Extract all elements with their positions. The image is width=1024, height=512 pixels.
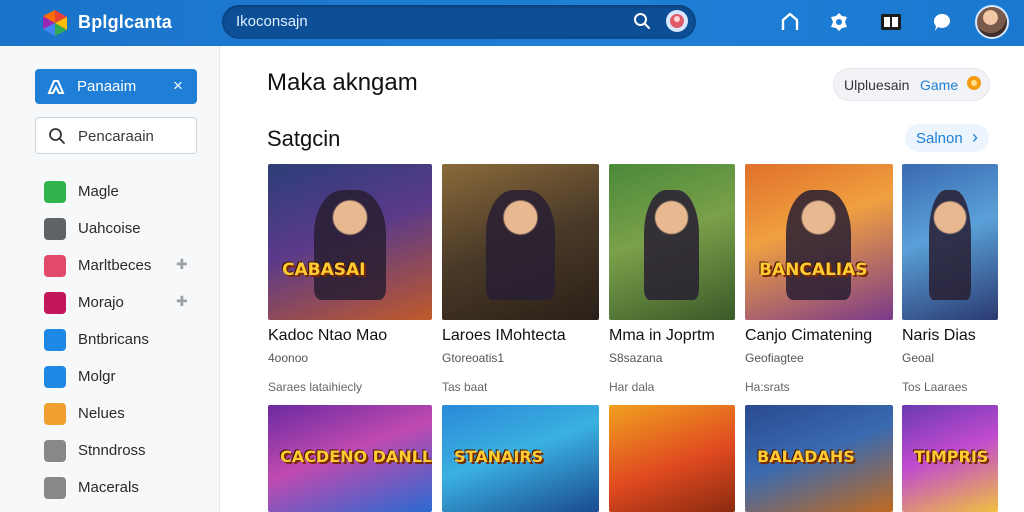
puzzle-icon	[44, 255, 66, 277]
pin-icon[interactable]: ✚	[176, 256, 188, 273]
sidebar-item-3[interactable]: Marltbeces ✚	[44, 253, 204, 279]
sidebar-item-label: Macerals	[78, 479, 139, 496]
top-bar: Bplglcanta Ikoconsajn	[0, 0, 1024, 46]
sidebar-item-label: Magle	[78, 183, 119, 200]
game-card-subtitle: S8sazana	[609, 351, 663, 365]
sidebar-item-7[interactable]: Nelues	[44, 401, 204, 427]
upload-game-accent: Game	[920, 77, 959, 93]
game-card-meta: Saraes lataihiecly	[268, 380, 363, 394]
character-art	[314, 190, 386, 300]
disc-icon	[44, 440, 66, 462]
sidebar-item-active-label: Panaaim	[77, 78, 137, 95]
game-card-image[interactable]: CACDENO DANLLAS	[268, 405, 432, 512]
game-card-meta: Har dala	[609, 380, 655, 394]
character-art	[486, 190, 555, 300]
user-avatar[interactable]	[975, 5, 1009, 39]
sidebar-item-8[interactable]: Stnndross	[44, 438, 204, 464]
gear-icon[interactable]	[827, 10, 851, 34]
game-card-image[interactable]	[609, 405, 735, 512]
close-icon[interactable]: ×	[173, 76, 183, 96]
cube-icon	[44, 292, 66, 314]
sidebar-item-label: Stnndross	[78, 442, 146, 459]
game-art-title: STANAIRS	[454, 447, 544, 466]
search-icon[interactable]	[633, 12, 651, 30]
upload-game-button[interactable]: Ulpluesain Game	[833, 68, 990, 101]
game-card-title[interactable]: Mma in Joprtm	[609, 327, 715, 345]
game-card-meta: Tas baat	[442, 380, 488, 394]
controller-icon	[47, 80, 65, 94]
section-title: Satgcin	[267, 126, 341, 151]
game-card-image[interactable]	[902, 164, 998, 320]
chat-bubble-icon[interactable]	[930, 10, 954, 34]
search-input-value: Ikoconsajn	[236, 13, 308, 30]
game-card-image[interactable]: CABASAI	[268, 164, 432, 320]
character-art	[644, 190, 699, 300]
game-card-image[interactable]	[442, 164, 599, 320]
game-card-image[interactable]: TIMPRIS	[902, 405, 998, 512]
sidebar-item-label: Uahcoise	[78, 220, 141, 237]
game-art-title: CACDENO DANLLAS	[280, 447, 432, 466]
pin-icon[interactable]: ✚	[176, 293, 188, 310]
app-brand: Bplglcanta	[78, 12, 173, 32]
game-card-subtitle: Gtoreoatis1	[442, 351, 505, 365]
game-card-image[interactable]: BANCALIAS	[745, 164, 893, 320]
sidebar-item-1[interactable]: Magle	[44, 179, 204, 205]
game-card-subtitle: 4oonoo	[268, 351, 309, 365]
sidebar-item-label: Molgr	[78, 368, 116, 385]
sidebar-item-label: Nelues	[78, 405, 125, 422]
tile-icon	[44, 403, 66, 425]
search-icon	[49, 128, 65, 144]
game-art-title: BANCALIAS	[759, 260, 868, 280]
search-input[interactable]: Ikoconsajn	[222, 5, 696, 39]
grid-icon	[44, 477, 66, 499]
sidebar-item-4[interactable]: Morajo ✚	[44, 290, 204, 316]
sidebar-item-label: Bntbricans	[78, 331, 149, 348]
see-all-button[interactable]: Salnon ›	[905, 124, 989, 152]
game-card-image[interactable]	[609, 164, 735, 320]
upload-game-label: Ulpluesain	[844, 77, 910, 93]
sidebar-item-2[interactable]: Uahcoise	[44, 216, 204, 242]
game-card-image[interactable]: BALADAHS	[745, 405, 893, 512]
chat-icon	[44, 181, 66, 203]
game-card-subtitle: Geofiagtee	[745, 351, 804, 365]
sidebar-search-input[interactable]: Pencaraain	[35, 117, 197, 154]
game-art-title: TIMPRIS	[914, 447, 989, 466]
game-card-subtitle: Geoal	[902, 351, 935, 365]
circle-icon	[44, 366, 66, 388]
sidebar-item-6[interactable]: Molgr	[44, 364, 204, 390]
chevron-right-icon: ›	[972, 127, 978, 147]
search-profile-icon[interactable]	[666, 10, 688, 32]
page-title: Maka akngam	[267, 69, 418, 96]
sidebar-item-label: Marltbeces	[78, 257, 152, 274]
character-art	[929, 190, 971, 300]
game-art-title: CABASAI	[282, 260, 366, 280]
sidebar-item-label: Morajo	[78, 294, 124, 311]
game-card-meta: Ha:srats	[745, 380, 790, 394]
game-card-title[interactable]: Naris Dias	[902, 327, 976, 345]
game-card-title[interactable]: Laroes IMohtecta	[442, 327, 566, 345]
sidebar-item-5[interactable]: Bntbricans	[44, 327, 204, 353]
see-all-label: Salnon	[916, 130, 963, 147]
book-icon[interactable]	[879, 10, 903, 34]
game-card-image[interactable]: STANAIRS	[442, 405, 599, 512]
app-logo-icon[interactable]	[40, 8, 70, 38]
game-card-title[interactable]: Canjo Cimatening	[745, 327, 872, 345]
sparkle-icon	[967, 76, 981, 90]
sidebar: Panaaim × Pencaraain Magle Uahcoise Marltb…	[0, 46, 220, 512]
game-art-title: BALADAHS	[757, 447, 855, 466]
mail-icon	[44, 329, 66, 351]
sidebar-item-9[interactable]: Macerals	[44, 475, 204, 501]
game-card-meta: Tos Laaraes	[902, 380, 968, 394]
character-art	[786, 190, 851, 300]
box-icon	[44, 218, 66, 240]
sidebar-search-placeholder: Pencaraain	[78, 128, 154, 145]
home-icon[interactable]	[778, 10, 802, 34]
game-card-title[interactable]: Kadoc Ntao Mao	[268, 327, 387, 345]
sidebar-item-active[interactable]: Panaaim ×	[35, 69, 197, 104]
